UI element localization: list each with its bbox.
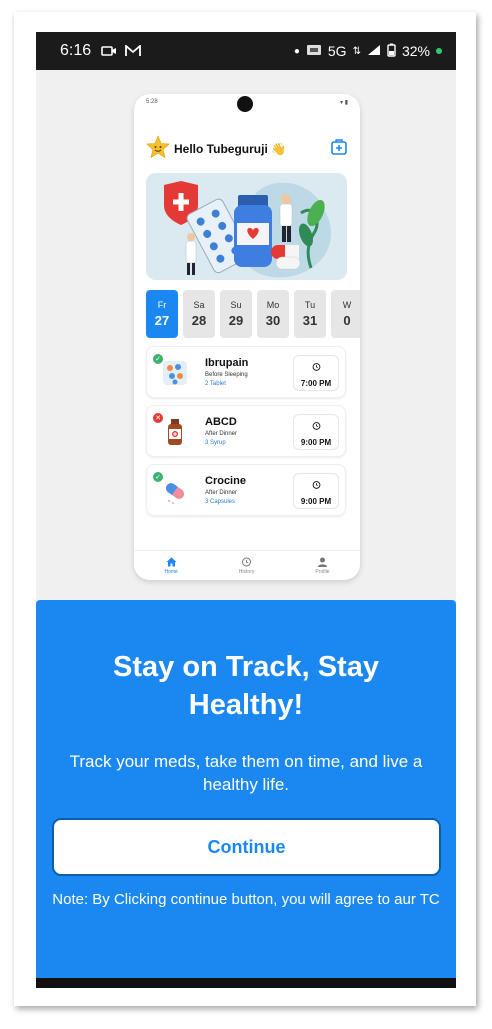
reminder-time[interactable]: 9:00 PM (293, 414, 339, 450)
camera-notch (237, 96, 253, 112)
medicine-illustration (146, 173, 347, 280)
nav-history[interactable]: History (238, 557, 255, 575)
day-date: 28 (191, 313, 207, 328)
phone-screen: 6:16 ● 5G ⇅ 32% 5:28 ▾ ▮ Hello Tubeguruj… (36, 32, 456, 988)
medication-when: After Dinner (205, 490, 238, 496)
day-name: Fr (157, 300, 167, 310)
add-medication-icon[interactable] (330, 138, 348, 161)
day-item[interactable]: Tu 31 (294, 290, 326, 338)
terms-note: Note: By Clicking continue button, you w… (52, 891, 440, 908)
day-date: 0 (343, 313, 351, 328)
day-name: W (342, 300, 352, 310)
reminder-time-text: 7:00 PM (300, 379, 332, 388)
preview-bottom-nav: Home History Profile (134, 550, 360, 580)
history-icon (241, 557, 252, 569)
day-date: 31 (302, 313, 318, 328)
reminder-time-text: 9:00 PM (300, 438, 332, 447)
preview-header: Hello Tubeguruji 👋 (146, 134, 348, 164)
signal-icon (367, 43, 381, 59)
medication-card[interactable]: ✓ Ibrupain Before Sleeping 2 Tablet 7:00… (146, 346, 346, 398)
day-name: Su (230, 300, 242, 310)
medication-when: After Dinner (205, 431, 238, 437)
timer-icon (312, 358, 321, 376)
day-item[interactable]: Mo 30 (257, 290, 289, 338)
medication-name: Ibrupain (205, 357, 249, 369)
wave-emoji: 👋 (271, 142, 287, 156)
day-item[interactable]: W 0 (331, 290, 360, 338)
medication-dose: 3 Capsules (205, 499, 236, 505)
timer-icon (312, 417, 321, 435)
star-avatar-icon (146, 134, 170, 164)
medication-when: Before Sleeping (205, 372, 248, 378)
preview-status-time: 5:28 (146, 99, 158, 105)
medication-name: ABCD (205, 416, 237, 428)
app-preview: 5:28 ▾ ▮ Hello Tubeguruji 👋 Fr 27 Sa 28 … (134, 94, 360, 580)
day-item[interactable]: Sa 28 (183, 290, 215, 338)
gmail-icon (125, 45, 142, 57)
medication-card[interactable]: ✓ Crocine After Dinner 3 Capsules 9:00 P… (146, 464, 346, 516)
capsule-icon (159, 475, 191, 507)
status-time: 6:16 (60, 42, 92, 59)
reminder-time-text: 9:00 PM (300, 497, 332, 506)
medication-card[interactable]: ✕ ABCD After Dinner 3 Syrup 9:00 PM (146, 405, 346, 457)
sim-icon (306, 43, 322, 59)
pills-icon (159, 357, 191, 389)
dot-icon: ● (293, 45, 300, 57)
day-name: Tu (304, 300, 316, 310)
privacy-indicator (436, 48, 442, 54)
profile-icon (317, 557, 328, 569)
continue-button[interactable]: Continue (52, 818, 441, 876)
preview-status-icons: ▾ ▮ (340, 99, 348, 106)
nav-home[interactable]: Home (164, 557, 178, 575)
nav-home-label: Home (164, 568, 178, 575)
onboarding-panel: Stay on Track, Stay Healthy! Track your … (36, 600, 456, 978)
day-date: 30 (265, 313, 281, 328)
day-selector: Fr 27 Sa 28 Su 29 Mo 30 Tu 31 W 0 (146, 290, 360, 338)
day-item[interactable]: Su 29 (220, 290, 252, 338)
reminder-time[interactable]: 9:00 PM (293, 473, 339, 509)
day-item[interactable]: Fr 27 (146, 290, 178, 338)
nav-profile-label: Profile (315, 568, 330, 575)
timer-icon (312, 476, 321, 494)
day-name: Sa (193, 300, 205, 310)
syrup-bottle-icon (159, 416, 191, 448)
day-date: 27 (154, 313, 170, 328)
description: Track your meds, take them on time, and … (69, 752, 423, 794)
nav-profile[interactable]: Profile (315, 557, 330, 575)
network-label: 5G (327, 43, 347, 59)
system-nav-bar (36, 978, 456, 988)
data-arrows-icon: ⇅ (352, 45, 361, 57)
battery-percent: 32% (401, 43, 430, 59)
home-icon (166, 557, 177, 569)
medication-dose: 2 Tablet (205, 381, 226, 387)
nav-history-label: History (238, 568, 255, 575)
video-icon (101, 45, 117, 57)
greeting-text: Hello Tubeguruji 👋 (174, 142, 287, 156)
medication-name: Crocine (205, 475, 246, 487)
day-name: Mo (266, 300, 280, 310)
battery-icon (387, 43, 396, 60)
day-date: 29 (228, 313, 244, 328)
status-bar: 6:16 ● 5G ⇅ 32% (36, 32, 456, 70)
headline: Stay on Track, Stay Healthy! (113, 651, 379, 721)
reminder-time[interactable]: 7:00 PM (293, 355, 339, 391)
medication-dose: 3 Syrup (205, 440, 226, 446)
